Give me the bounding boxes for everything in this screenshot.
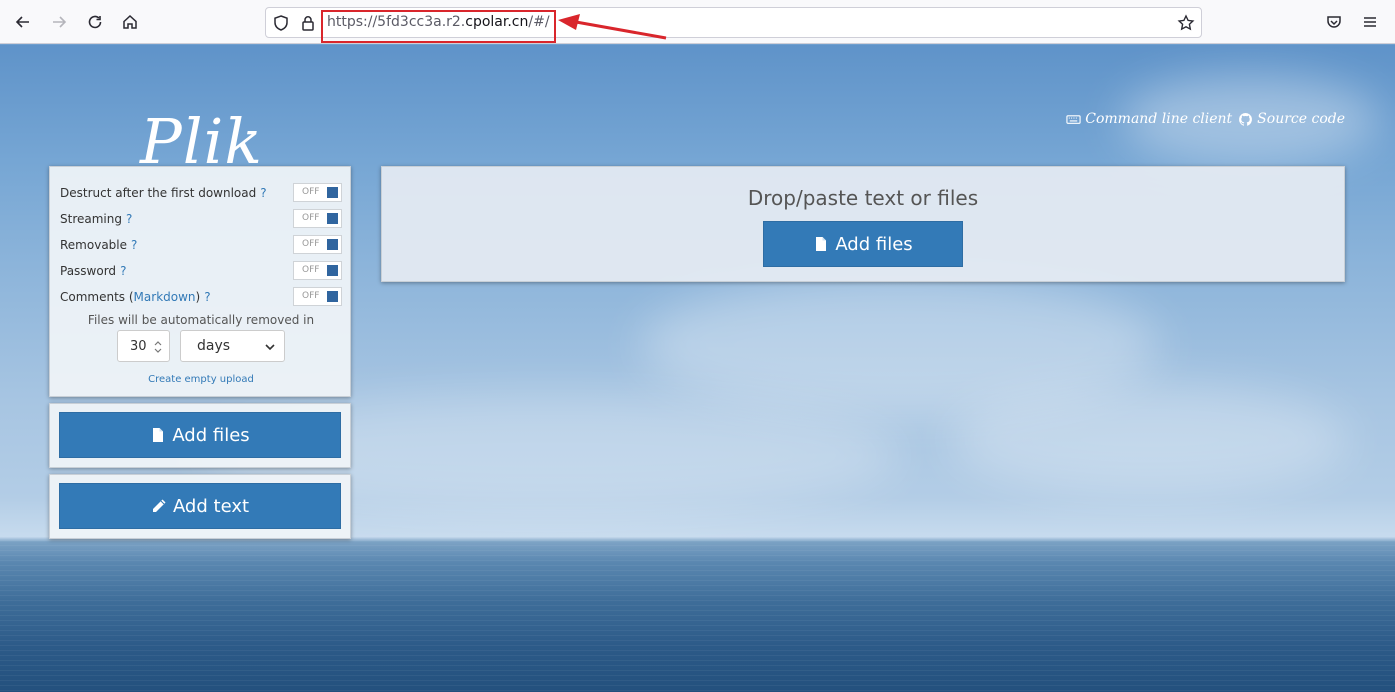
dropzone-add-files-label: Add files <box>835 233 913 255</box>
setting-streaming: Streaming? OFF <box>60 209 342 229</box>
arrow-right-icon <box>53 16 67 28</box>
home-icon <box>123 14 137 29</box>
help-icon[interactable]: ? <box>120 264 126 278</box>
back-button[interactable] <box>9 8 37 36</box>
destruct-toggle[interactable]: OFF <box>293 183 342 202</box>
toggle-knob <box>327 213 338 224</box>
toggle-state: OFF <box>302 213 320 223</box>
shield-icon[interactable] <box>272 14 290 32</box>
toggle-knob <box>327 265 338 276</box>
setting-label: Destruct after the first download <box>60 186 257 200</box>
annotation-arrow-icon <box>558 14 667 40</box>
add-files-button[interactable]: Add files <box>59 412 341 458</box>
setting-label-suffix: ) <box>195 290 201 304</box>
ttl-number-input[interactable]: 30 <box>117 330 170 362</box>
markdown-link[interactable]: Markdown <box>134 290 196 304</box>
add-files-label: Add files <box>172 424 250 446</box>
address-bar[interactable]: https://5fd3cc3a.r2.cpolar.cn/#/ <box>265 7 1202 43</box>
url-prefix: https://5fd3cc3a.r2. <box>327 14 466 30</box>
url-suffix: /#/ <box>528 14 550 30</box>
lock-icon[interactable] <box>299 14 317 32</box>
create-empty-upload-link[interactable]: Create empty upload <box>50 374 352 385</box>
pencil-icon <box>152 499 166 512</box>
hamburger-menu-icon <box>1364 17 1376 27</box>
ttl-value: 30 <box>130 339 147 354</box>
removable-toggle[interactable]: OFF <box>293 235 342 254</box>
help-icon[interactable]: ? <box>131 238 137 252</box>
arrow-left-icon <box>15 16 29 28</box>
setting-label: Password <box>60 264 117 278</box>
header-links: Command line client Source code <box>1066 111 1345 127</box>
comments-toggle[interactable]: OFF <box>293 287 342 306</box>
help-icon[interactable]: ? <box>204 290 210 304</box>
bookmark-star-icon[interactable] <box>1177 14 1195 32</box>
toggle-state: OFF <box>302 239 320 249</box>
add-text-button[interactable]: Add text <box>59 483 341 529</box>
toggle-state: OFF <box>302 291 320 301</box>
ttl-unit-select[interactable]: days <box>180 330 285 362</box>
setting-label: Comments ( <box>60 290 134 304</box>
help-icon[interactable]: ? <box>260 186 266 200</box>
drop-zone-title: Drop/paste text or files <box>747 186 979 210</box>
menu-button[interactable] <box>1356 8 1384 36</box>
source-code-link[interactable]: Source code <box>1238 111 1345 127</box>
pocket-button[interactable] <box>1320 8 1348 36</box>
toggle-knob <box>327 239 338 250</box>
streaming-toggle[interactable]: OFF <box>293 209 342 228</box>
pocket-icon <box>1327 16 1341 28</box>
spinner-arrows-icon[interactable] <box>153 339 163 355</box>
cloud-decoration <box>950 385 1350 495</box>
browser-toolbar: https://5fd3cc3a.r2.cpolar.cn/#/ <box>0 0 1395 44</box>
ttl-label: Files will be automatically removed in <box>87 313 315 327</box>
source-code-label: Source code <box>1257 111 1345 127</box>
setting-comments: Comments (Markdown)? OFF <box>60 287 342 307</box>
help-icon[interactable]: ? <box>126 212 132 226</box>
reload-icon <box>88 15 102 29</box>
file-icon <box>153 428 164 442</box>
setting-label: Removable <box>60 238 128 252</box>
forward-button[interactable] <box>45 8 73 36</box>
reload-button[interactable] <box>81 8 109 36</box>
cli-link[interactable]: Command line client <box>1066 111 1232 127</box>
toggle-knob <box>327 187 338 198</box>
toggle-state: OFF <box>302 187 320 197</box>
drop-zone[interactable]: Drop/paste text or files Add files <box>381 166 1345 282</box>
file-icon <box>816 237 827 251</box>
add-files-panel: Add files <box>49 403 351 468</box>
add-text-label: Add text <box>172 495 250 517</box>
url-text[interactable]: https://5fd3cc3a.r2.cpolar.cn/#/ <box>327 14 550 30</box>
setting-label: Streaming <box>60 212 122 226</box>
url-domain: cpolar.cn <box>465 14 529 30</box>
cli-link-label: Command line client <box>1085 111 1233 127</box>
keyboard-icon <box>1066 114 1081 124</box>
setting-removable: Removable? OFF <box>60 235 342 255</box>
toggle-knob <box>327 291 338 302</box>
dropzone-add-files-button[interactable]: Add files <box>763 221 963 267</box>
chevron-down-icon <box>265 344 275 351</box>
setting-password: Password? OFF <box>60 261 342 281</box>
password-toggle[interactable]: OFF <box>293 261 342 280</box>
setting-destruct: Destruct after the first download? OFF <box>60 183 342 203</box>
upload-settings-panel: Destruct after the first download? OFF S… <box>49 166 351 397</box>
add-text-panel: Add text <box>49 474 351 539</box>
sea-texture <box>0 540 1395 692</box>
ttl-unit-value: days <box>197 338 231 354</box>
home-button[interactable] <box>116 8 144 36</box>
toggle-state: OFF <box>302 265 320 275</box>
github-icon <box>1239 112 1253 126</box>
